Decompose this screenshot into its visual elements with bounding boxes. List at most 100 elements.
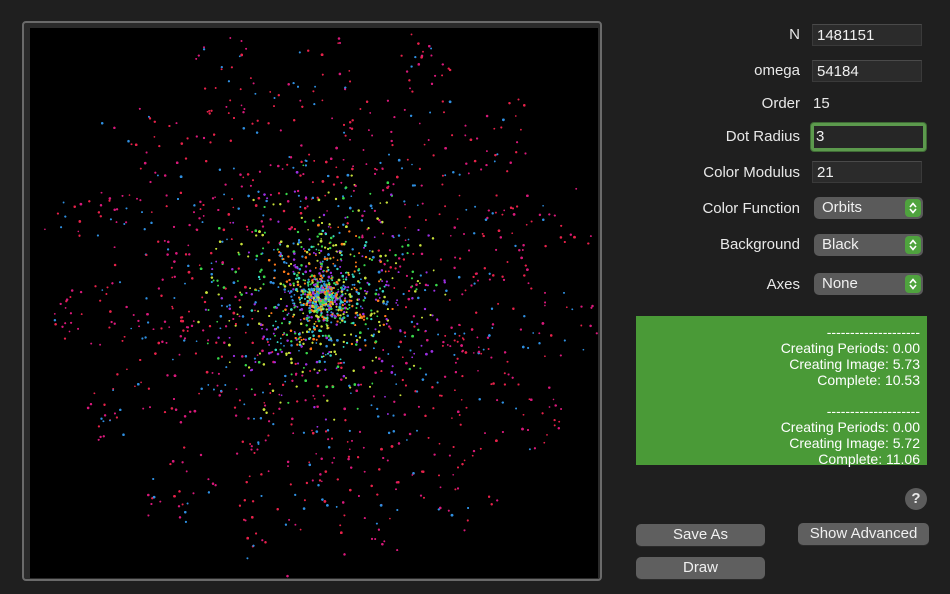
plot-dot <box>314 267 317 269</box>
plot-dot <box>273 248 275 251</box>
plot-dot <box>128 194 131 196</box>
plot-dot <box>470 328 473 331</box>
plot-dot <box>490 356 493 359</box>
plot-dot <box>409 87 411 90</box>
plot-dot <box>146 321 150 324</box>
plot-dot <box>378 297 381 299</box>
plot-dot <box>355 389 358 393</box>
plot-dot <box>520 128 522 131</box>
plot-dot <box>506 360 509 363</box>
plot-dot <box>433 453 436 456</box>
plot-dot <box>298 271 301 274</box>
plot-dot <box>401 378 404 382</box>
plot-dot <box>355 261 357 264</box>
plot-dot <box>370 312 373 316</box>
plot-dot <box>313 406 316 409</box>
plot-dot <box>331 461 334 464</box>
plot-dot <box>193 204 196 207</box>
plot-dot <box>179 334 183 338</box>
plot-dot <box>163 174 167 177</box>
plot-dot <box>357 209 360 212</box>
plot-dot <box>347 286 350 289</box>
plot-dot <box>358 430 362 433</box>
plot-dot <box>79 290 83 294</box>
plot-dot <box>326 310 329 313</box>
plot-dot <box>193 409 197 413</box>
plot-dot <box>293 294 296 296</box>
plot-dot <box>288 227 292 231</box>
plot-dot <box>297 362 300 365</box>
plot-dot <box>390 371 394 374</box>
plot-dot <box>353 283 356 286</box>
plot-dot <box>589 324 592 328</box>
plot-dot <box>318 252 321 254</box>
plot-dot <box>195 228 198 231</box>
plot-dot <box>343 333 346 337</box>
plot-dot <box>342 374 346 378</box>
plot-dot <box>379 278 382 281</box>
plot-dot <box>358 281 361 284</box>
plot-dot <box>213 133 216 136</box>
plot-dot <box>495 439 498 442</box>
plot-dot <box>298 298 301 301</box>
plot-dot <box>320 308 323 311</box>
plot-dot <box>342 313 345 316</box>
plot-dot <box>308 280 311 283</box>
plot-dot <box>291 299 294 302</box>
plot-dot <box>217 208 220 212</box>
plot-dot <box>337 314 340 317</box>
plot-dot <box>312 90 315 93</box>
plot-dot <box>115 416 119 419</box>
plot-dot <box>362 149 365 151</box>
plot-dot <box>250 388 253 391</box>
plot-dot <box>329 257 332 260</box>
plot-dot <box>259 352 261 355</box>
plot-dot <box>327 268 330 271</box>
plot-dot <box>464 124 467 127</box>
plot-dot <box>427 284 429 287</box>
plot-dot <box>351 119 354 122</box>
plot-dot <box>351 283 354 286</box>
plot-dot <box>108 199 111 202</box>
plot-dot <box>343 320 347 324</box>
plot-dot <box>355 265 357 268</box>
plot-dot <box>393 287 396 289</box>
plot-dot <box>398 257 401 260</box>
plot-dot <box>330 277 333 280</box>
plot-dot <box>384 395 386 398</box>
plot-dot <box>295 372 298 375</box>
plot-dot <box>330 351 333 353</box>
plot-dot <box>439 486 442 489</box>
plot-dot <box>454 332 457 335</box>
plot-dot <box>466 519 469 522</box>
plot-dot <box>267 351 271 355</box>
plot-dot <box>419 282 421 285</box>
plot-dot <box>273 105 275 108</box>
plot-dot <box>388 153 390 156</box>
plot-dot <box>233 406 237 409</box>
plot-dot <box>202 204 205 206</box>
plot-dot <box>364 276 367 280</box>
plot-dot <box>295 171 299 174</box>
plot-dot <box>142 407 145 410</box>
plot-dot <box>396 304 399 306</box>
plot-dot <box>374 167 377 170</box>
plot-dot <box>337 278 341 282</box>
plot-dot <box>234 324 237 327</box>
plot-dot <box>309 269 312 273</box>
plot-dot <box>230 238 233 240</box>
plot-dot <box>316 310 319 313</box>
plot-dot <box>335 146 338 150</box>
plot-dot <box>281 168 284 170</box>
plot-dot <box>294 266 297 269</box>
plot-dot <box>108 326 111 329</box>
plot-dot <box>293 228 296 231</box>
plot-dot <box>406 244 410 247</box>
plot-dot <box>302 279 305 281</box>
plot-dot <box>542 218 545 221</box>
plot-dot <box>273 269 276 272</box>
plot-dot <box>68 330 71 333</box>
plot-dot <box>352 275 355 279</box>
plot-canvas[interactable] <box>30 28 598 578</box>
plot-dot <box>474 272 477 275</box>
